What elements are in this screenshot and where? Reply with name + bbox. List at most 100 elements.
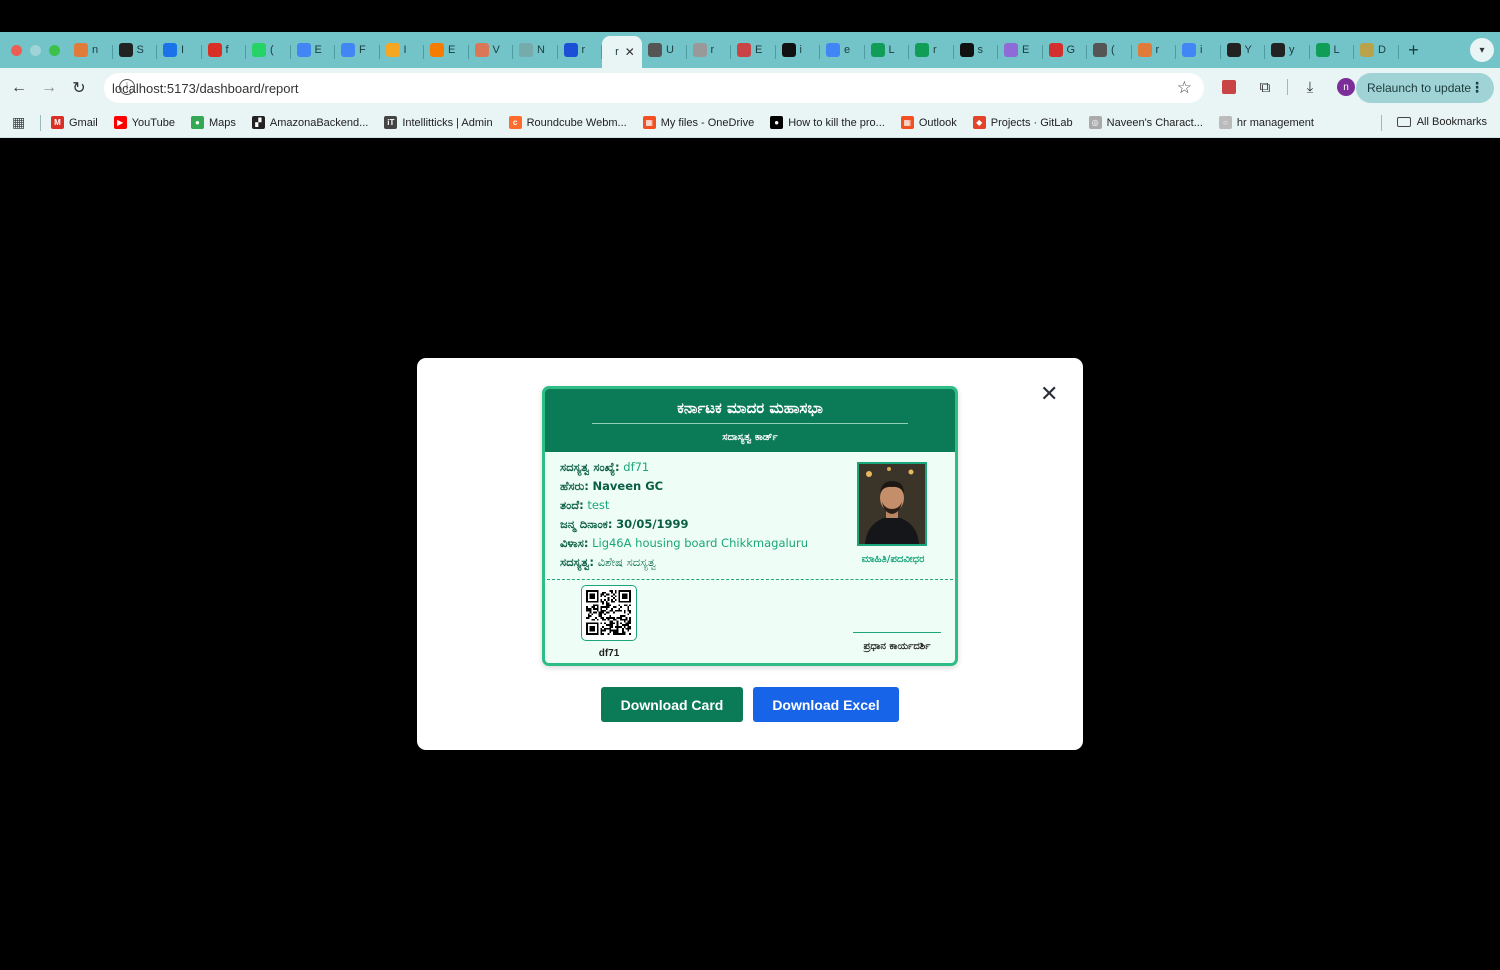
relaunch-button[interactable]: Relaunch to update ⋮ bbox=[1356, 73, 1494, 103]
microsoft-icon: ▦ bbox=[642, 116, 656, 129]
qr-module bbox=[614, 590, 617, 592]
qr-module bbox=[598, 613, 601, 616]
tab[interactable]: r bbox=[558, 36, 603, 64]
download-card-button[interactable]: Download Card bbox=[601, 687, 743, 722]
tab[interactable]: L bbox=[865, 36, 910, 64]
bookmark-label: How to kill the pro... bbox=[788, 116, 885, 129]
bookmark-item[interactable]: M Gmail bbox=[51, 116, 98, 129]
site-info-icon[interactable]: i bbox=[119, 79, 135, 95]
tab[interactable]: n bbox=[68, 36, 113, 64]
tab[interactable]: r bbox=[909, 36, 954, 64]
address-row: ವಿಳಾಸ: Lig46A housing board Chikkmagalur… bbox=[560, 534, 808, 553]
tab[interactable]: i bbox=[1176, 36, 1221, 64]
bookmark-item[interactable]: ◆ Projects · GitLab bbox=[972, 116, 1073, 129]
qr-module bbox=[602, 600, 604, 603]
gemini-icon bbox=[1004, 43, 1018, 57]
qr-module bbox=[620, 618, 622, 621]
bookmark-item[interactable]: iT Intellitticks | Admin bbox=[384, 116, 493, 129]
qr-module bbox=[593, 608, 595, 610]
tab[interactable]: E bbox=[291, 36, 336, 64]
forward-button[interactable]: → bbox=[34, 73, 64, 103]
tab-search-button[interactable]: ▾ bbox=[1470, 38, 1494, 62]
address-value: Lig46A housing board Chikkmagaluru bbox=[592, 536, 808, 550]
qr-module bbox=[622, 624, 624, 626]
all-bookmarks-button[interactable]: All Bookmarks bbox=[1396, 116, 1487, 128]
qr-module bbox=[623, 624, 626, 626]
tab[interactable]: I bbox=[157, 36, 202, 64]
tab-active[interactable]: r ✕ bbox=[602, 36, 642, 68]
address-bar[interactable]: i localhost:5173/dashboard/report ☆ bbox=[104, 73, 1204, 103]
tab[interactable]: s bbox=[954, 36, 999, 64]
tab[interactable]: i bbox=[776, 36, 821, 64]
tab[interactable]: e bbox=[820, 36, 865, 64]
bookmark-item[interactable]: ● How to kill the pro... bbox=[770, 116, 885, 129]
tab[interactable]: E bbox=[998, 36, 1043, 64]
close-window-button[interactable] bbox=[11, 44, 22, 56]
tab[interactable]: N bbox=[513, 36, 558, 64]
qr-module bbox=[627, 609, 630, 612]
bookmark-item[interactable]: ▦ My files - OneDrive bbox=[642, 116, 754, 129]
tab[interactable]: V bbox=[469, 36, 514, 64]
close-tab-icon[interactable]: ✕ bbox=[625, 45, 635, 59]
bookmark-label: hr management bbox=[1236, 116, 1314, 129]
tab-title: ( bbox=[270, 44, 274, 56]
bookmark-item[interactable]: ● Maps bbox=[190, 116, 236, 129]
qr-module bbox=[602, 591, 604, 594]
minimize-window-button[interactable] bbox=[30, 44, 41, 56]
close-icon[interactable]: ✕ bbox=[1040, 383, 1058, 405]
download-excel-button[interactable]: Download Excel bbox=[753, 687, 899, 722]
tab[interactable]: ( bbox=[1087, 36, 1132, 64]
qr-module bbox=[605, 624, 608, 626]
maximize-window-button[interactable] bbox=[49, 44, 60, 56]
tab[interactable]: I bbox=[380, 36, 425, 64]
qr-module bbox=[595, 611, 597, 614]
bookmark-item[interactable]: c Roundcube Webm... bbox=[508, 116, 627, 129]
tab[interactable]: U bbox=[642, 36, 687, 64]
id-card-modal: ✕ ಕರ್ನಾಟಕ ಮಾದರ ಮಹಾಸಭಾ ಸದಾಸ್ಯತ್ವ ಕಾರ್ಡ್ ಸ… bbox=[417, 358, 1083, 750]
bookmark-label: YouTube bbox=[131, 116, 175, 129]
tab[interactable]: D bbox=[1354, 36, 1399, 64]
bookmark-item[interactable]: ▞ AmazonaBackend... bbox=[251, 116, 368, 129]
tab[interactable]: S bbox=[113, 36, 158, 64]
bookmark-item[interactable]: ○ hr management bbox=[1218, 116, 1314, 129]
qr-module bbox=[611, 595, 613, 598]
qr-module bbox=[600, 599, 603, 601]
qr-module bbox=[627, 620, 630, 623]
pen-icon bbox=[737, 43, 751, 57]
tab[interactable]: Y bbox=[1221, 36, 1266, 64]
tab-title: I bbox=[403, 44, 407, 56]
tab[interactable]: E bbox=[424, 36, 469, 64]
tab[interactable]: y bbox=[1265, 36, 1310, 64]
qr-module bbox=[627, 629, 630, 632]
reload-button[interactable]: ↻ bbox=[64, 73, 94, 103]
tab[interactable]: ( bbox=[246, 36, 291, 64]
apps-grid-icon[interactable]: ▦ bbox=[12, 114, 34, 131]
tab[interactable]: L bbox=[1310, 36, 1355, 64]
bookmark-item[interactable]: ◎ Naveen's Charact... bbox=[1088, 116, 1203, 129]
extension-button[interactable] bbox=[1215, 73, 1243, 101]
bookmark-item[interactable]: ▶ YouTube bbox=[113, 116, 175, 129]
extensions-button[interactable]: ⧉ bbox=[1251, 73, 1279, 101]
bookmark-star-icon[interactable]: ☆ bbox=[1177, 78, 1192, 98]
tab[interactable]: r bbox=[1132, 36, 1177, 64]
qr-module bbox=[614, 606, 617, 608]
tab-title: r bbox=[1155, 44, 1160, 56]
qr-module bbox=[623, 618, 626, 621]
tab[interactable]: F bbox=[335, 36, 380, 64]
download-icon: ⤓ bbox=[1306, 78, 1314, 96]
github-icon bbox=[1271, 43, 1285, 57]
tab-title: r bbox=[933, 44, 937, 56]
back-button[interactable]: ← bbox=[4, 73, 34, 103]
tab[interactable]: f bbox=[202, 36, 247, 64]
tab[interactable]: E bbox=[731, 36, 776, 64]
perplexity-icon bbox=[959, 43, 974, 57]
qr-code-label: df71 bbox=[598, 648, 620, 659]
bookmark-item[interactable]: ▦ Outlook bbox=[900, 116, 957, 129]
tab-title: F bbox=[359, 44, 366, 56]
downloads-button[interactable]: ⤓ bbox=[1296, 73, 1324, 101]
qr-module bbox=[604, 609, 606, 612]
new-tab-button[interactable]: + bbox=[1403, 39, 1425, 61]
tab[interactable]: r bbox=[687, 36, 732, 64]
tab[interactable]: G bbox=[1043, 36, 1088, 64]
qr-module bbox=[616, 629, 619, 632]
